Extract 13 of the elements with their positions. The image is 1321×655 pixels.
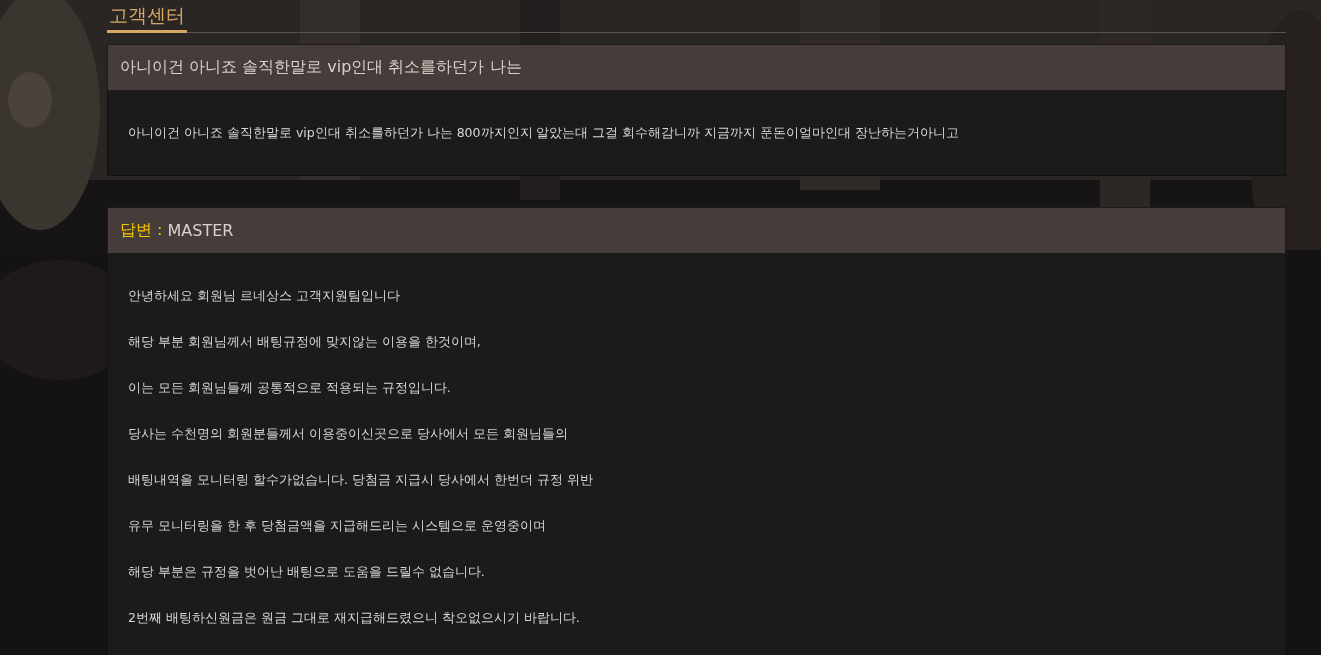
answer-author: MASTER xyxy=(167,221,234,240)
question-title: 아니이건 아니죠 솔직한말로 vip인대 취소를하던가 나는 xyxy=(120,57,522,78)
body-text: 2번째 배팅하신원금은 원금 그대로 재지급해드렸으니 착오없으시기 바랍니다. xyxy=(128,609,581,627)
body-text: 배팅내역을 모니터링 할수가없습니다. 당첨금 지급시 당사에서 한번더 규정 위반 xyxy=(128,471,594,489)
body-text: 안녕하세요 회원님 르네상스 고객지원팀입니다 xyxy=(128,287,401,305)
body-text: 당사는 수천명의 회원분들께서 이용중이신곳으로 당사에서 모든 회원님들의 xyxy=(128,425,569,443)
page-title: 고객센터 xyxy=(107,0,187,33)
body-text: 해당 부분은 규정을 벗어난 배팅으로 도움을 드릴수 없습니다. xyxy=(128,563,486,581)
body-text: 이는 모든 회원님들께 공통적으로 적용되는 규정입니다. xyxy=(128,379,452,397)
answer-label: 답변 : xyxy=(120,220,163,241)
body-text: 유무 모니터링을 한 후 당첨금액을 지급해드리는 시스템으로 운영중이며 xyxy=(128,517,547,535)
body-text: 아니이건 아니죠 솔직한말로 vip인대 취소를하던가 나는 800까지인지 알았는대 그걸 회수해감니까 지금까지 푼돈이얼마인대 장난하는거아니고 xyxy=(128,124,961,142)
body-text: 해당 부분 회원님께서 배팅규정에 맞지않는 이용을 한것이며, xyxy=(128,333,482,351)
